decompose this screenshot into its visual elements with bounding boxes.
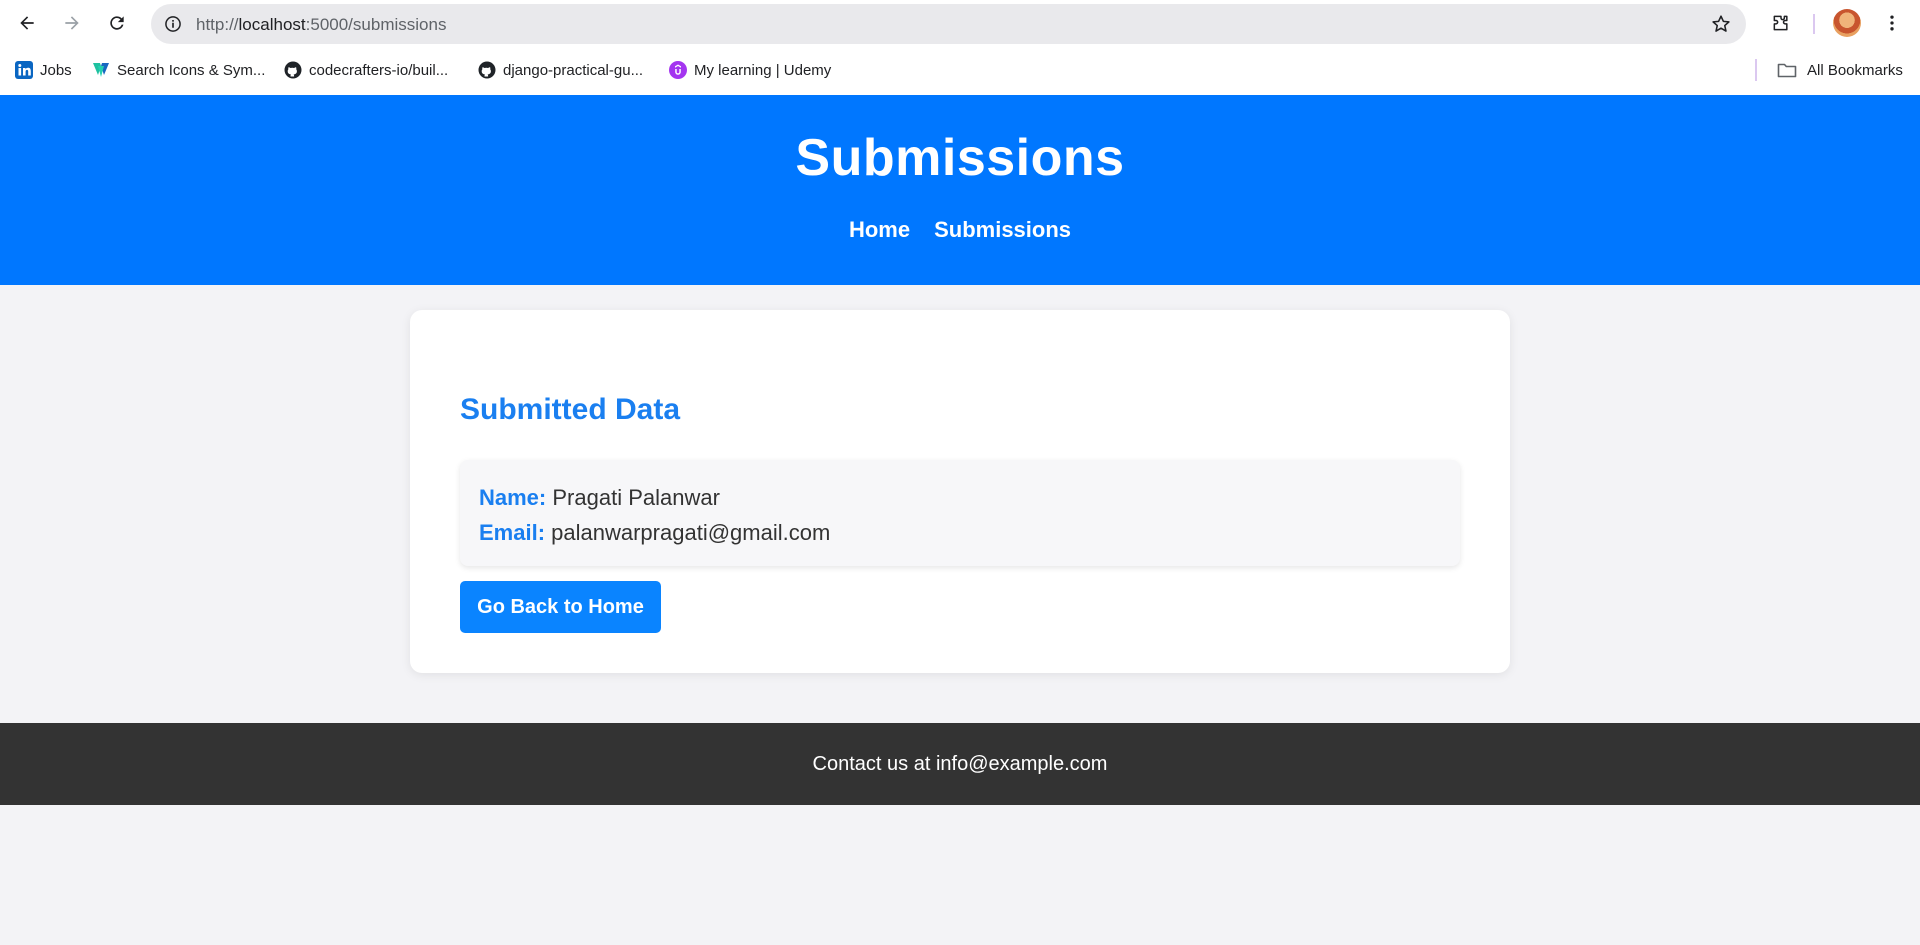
site-footer: Contact us at info@example.com bbox=[0, 723, 1920, 805]
info-icon[interactable] bbox=[161, 12, 185, 36]
bookmark-label: Jobs bbox=[40, 61, 72, 79]
toolbar-divider bbox=[1813, 14, 1815, 34]
all-bookmarks-button[interactable]: All Bookmarks bbox=[1777, 58, 1903, 82]
folder-icon bbox=[1777, 61, 1797, 79]
bookmark-jobs[interactable]: Jobs bbox=[15, 58, 72, 82]
star-icon[interactable] bbox=[1710, 13, 1732, 35]
go-back-home-button[interactable]: Go Back to Home bbox=[460, 581, 661, 633]
address-bar[interactable]: http://localhost:5000/submissions bbox=[151, 4, 1746, 44]
extensions-button[interactable] bbox=[1765, 7, 1797, 39]
puzzle-icon bbox=[1773, 15, 1788, 31]
bookmark-udemy[interactable]: My learning | Udemy bbox=[669, 58, 831, 82]
email-label: Email: bbox=[479, 520, 546, 545]
footer-contact-text: Contact us at info@example.com bbox=[812, 753, 1108, 775]
browser-toolbar: http://localhost:5000/submissions bbox=[0, 0, 1920, 46]
bookmark-search-icons[interactable]: Search Icons & Sym... bbox=[92, 58, 265, 82]
page-title: Submissions bbox=[795, 129, 1125, 187]
linkedin-icon bbox=[15, 61, 33, 79]
browser-menu-button[interactable] bbox=[1876, 7, 1908, 39]
site-header: Submissions Home Submissions bbox=[0, 95, 1920, 285]
bookmark-label: My learning | Udemy bbox=[694, 61, 832, 79]
bookmarks-bar: Jobs Search Icons & Sym... codecrafters-… bbox=[0, 46, 1920, 95]
bookmark-label: Search Icons & Sym... bbox=[117, 61, 266, 79]
nav-link-submissions[interactable]: Submissions bbox=[934, 217, 1071, 243]
url-host: localhost bbox=[238, 15, 306, 34]
page-background bbox=[0, 805, 1920, 945]
email-value: palanwarpragati@gmail.com bbox=[551, 520, 831, 545]
bookmark-codecrafters[interactable]: codecrafters-io/buil... bbox=[284, 58, 448, 82]
forward-button[interactable] bbox=[56, 7, 88, 39]
back-button[interactable] bbox=[11, 7, 43, 39]
bookmarks-divider bbox=[1755, 59, 1757, 81]
name-label: Name: bbox=[479, 485, 547, 510]
kebab-menu-icon bbox=[1890, 15, 1894, 31]
nav-link-home[interactable]: Home bbox=[849, 217, 910, 243]
reload-icon bbox=[110, 16, 124, 30]
name-value: Pragati Palanwar bbox=[552, 485, 720, 510]
bookmark-label: codecrafters-io/buil... bbox=[309, 61, 449, 79]
vuetify-icon bbox=[92, 61, 110, 79]
url-path: :5000/submissions bbox=[305, 15, 447, 34]
bookmark-label: django-practical-gu... bbox=[503, 61, 644, 79]
reload-button[interactable] bbox=[101, 7, 133, 39]
all-bookmarks-label: All Bookmarks bbox=[1807, 61, 1903, 79]
arrow-left-icon bbox=[20, 16, 34, 30]
url-text[interactable]: http://localhost:5000/submissions bbox=[196, 15, 446, 35]
arrow-right-icon bbox=[65, 16, 79, 30]
section-heading: Submitted Data bbox=[460, 393, 681, 426]
udemy-icon bbox=[669, 61, 687, 79]
github-icon bbox=[478, 61, 496, 79]
bookmark-django-practical[interactable]: django-practical-gu... bbox=[478, 58, 643, 82]
name-row: Name: Pragati Palanwar bbox=[479, 482, 1441, 517]
submissions-card: Submitted Data Name: Pragati Palanwar Em… bbox=[410, 310, 1510, 673]
site-nav: Home Submissions bbox=[0, 217, 1920, 243]
url-scheme: http:// bbox=[196, 15, 239, 34]
submission-entry: Name: Pragati Palanwar Email: palanwarpr… bbox=[460, 460, 1460, 566]
github-icon bbox=[284, 61, 302, 79]
email-row: Email: palanwarpragati@gmail.com bbox=[479, 517, 1441, 552]
profile-avatar[interactable] bbox=[1833, 9, 1861, 37]
